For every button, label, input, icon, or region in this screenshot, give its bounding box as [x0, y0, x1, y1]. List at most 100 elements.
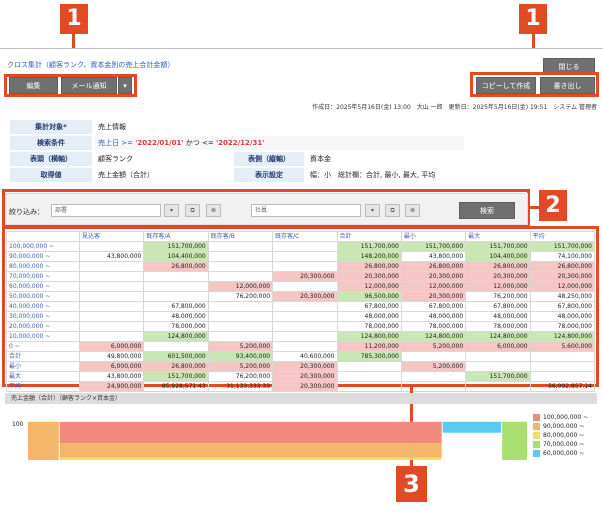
legend-label: 90,000,000 ~	[543, 423, 585, 430]
table-cell	[143, 341, 209, 352]
search-condition-prefix: 売上日 >=	[98, 139, 136, 147]
table-cell	[78, 271, 145, 282]
department-copy-icon[interactable]: ⧉	[185, 204, 200, 217]
table-cell: 40,600,000	[272, 351, 338, 362]
copy-create-button[interactable]: コピーして作成	[476, 77, 536, 94]
table-cell	[78, 321, 145, 332]
table-cell: 12,000,000	[336, 281, 402, 292]
table-cell: 78,000,000	[465, 321, 531, 332]
legend-swatch	[533, 423, 540, 430]
window-title: クロス集計（顧客ランク、資本金別の売上合計金額）	[7, 61, 175, 69]
table-cell: 93,400,000	[207, 351, 274, 362]
table-cell: 6,000,000	[78, 341, 145, 352]
callout-badge-1-left: 1	[60, 4, 88, 34]
table-cell: 12,000,000	[400, 281, 467, 292]
export-button[interactable]: 書き出し	[540, 77, 595, 94]
table-cell: 124,800,000	[143, 331, 209, 342]
table-cell: 67,800,000	[143, 301, 209, 312]
mail-notify-button[interactable]: メール通知	[61, 77, 117, 94]
row-header: 60,000,000 ~	[6, 281, 80, 292]
filter-label: 絞り込み：	[9, 208, 44, 216]
table-cell: 48,250,000	[529, 291, 596, 302]
legend-label: 100,000,000 ~	[543, 414, 589, 421]
table-cell	[207, 311, 274, 322]
department-clear-icon[interactable]: ⊗	[206, 204, 221, 217]
row-header: 最大	[6, 371, 80, 382]
table-cell: 76,200,000	[207, 371, 274, 382]
table-cell	[272, 311, 338, 322]
table-cell	[400, 371, 467, 382]
table-cell: 124,800,000	[465, 331, 531, 342]
edit-button[interactable]: 編集	[9, 77, 58, 94]
target-label: 集計対象*	[10, 120, 92, 134]
row-header: 40,000,000 ~	[6, 301, 80, 312]
table-cell	[78, 301, 145, 312]
table-cell	[529, 351, 596, 362]
search-condition-value: 売上日 >= '2022/01/01' かつ <= '2022/12/31'	[94, 136, 464, 150]
table-cell: 48,000,000	[465, 311, 531, 322]
column-header: 最大	[465, 231, 531, 242]
legend-swatch	[533, 414, 540, 421]
row-header: 平均	[6, 381, 80, 392]
legend-item: 80,000,000 ~	[533, 431, 588, 440]
conditions-table: 集計対象* 売上情報 検索条件 売上日 >= '2022/01/01' かつ <…	[8, 118, 466, 184]
table-cell	[529, 361, 596, 372]
row-header: 10,000,000 ~	[6, 331, 80, 342]
table-cell: 20,300,000	[400, 291, 467, 302]
table-cell: 43,800,000	[78, 371, 145, 382]
table-row: 60,000,000 ~12,000,000 12,000,000 12,000,0…	[6, 281, 596, 292]
table-cell: 67,800,000	[465, 301, 531, 312]
staff-copy-icon[interactable]: ⧉	[385, 204, 400, 217]
created-updated-info: 作成日：2025年5月16日(金) 13:00 大山 一郎 更新日：2025年5…	[312, 104, 597, 111]
table-cell	[78, 311, 145, 322]
search-date-from: '2022/01/01'	[135, 139, 184, 147]
filter-search-button[interactable]: 検索	[459, 202, 515, 219]
column-header: 既存客/A	[143, 231, 209, 242]
table-cell	[272, 241, 338, 252]
staff-clear-icon[interactable]: ⊗	[405, 204, 420, 217]
table-cell	[207, 251, 274, 262]
table-cell: 5,600,000	[529, 341, 596, 352]
table-cell: 104,400,000	[143, 251, 209, 262]
table-cell: 151,700,000	[465, 371, 531, 382]
row-header: 合計	[6, 351, 80, 362]
corner-cell	[6, 231, 80, 242]
department-dropdown-button[interactable]: ▾	[164, 204, 179, 217]
column-header: 既存客/C	[272, 231, 338, 242]
bar-segment	[59, 422, 442, 444]
legend-swatch	[533, 450, 540, 457]
table-cell: 67,800,000	[336, 301, 402, 312]
table-cell	[465, 351, 531, 362]
table-cell: 48,000,000	[336, 311, 402, 322]
table-cell	[336, 361, 402, 372]
table-cell	[207, 301, 274, 312]
staff-select[interactable]: 社員	[251, 204, 361, 217]
legend-label: 70,000,000 ~	[543, 441, 585, 448]
table-cell: 151,700,000	[529, 241, 596, 252]
table-cell: 74,100,000	[529, 251, 596, 262]
department-select[interactable]: 部署	[51, 204, 161, 217]
table-cell: 12,000,000	[465, 281, 531, 292]
staff-dropdown-button[interactable]: ▾	[365, 204, 380, 217]
table-cell: 26,800,000	[143, 361, 209, 372]
legend-item: 90,000,000 ~	[533, 422, 588, 431]
table-cell: 48,000,000	[400, 311, 467, 322]
callout-badge-2: 2	[539, 190, 567, 221]
row-header: 0 ~	[6, 341, 80, 352]
table-row: 90,000,000 ~43,800,000 104,400,000 148,200…	[6, 251, 596, 262]
legend-swatch	[533, 441, 540, 448]
mail-notify-dropdown-button[interactable]: ▾	[118, 77, 132, 94]
table-row: 最大 43,800,000 151,700,000 76,200,000 20,300,…	[6, 371, 596, 382]
table-cell: 601,500,000	[143, 351, 209, 362]
callout-badge-1-right: 1	[519, 4, 547, 34]
column-header: 既存客/B	[207, 231, 274, 242]
table-row: 10,000,000 ~ 124,800,000 124,800,000 124,80…	[6, 331, 596, 342]
table-cell: 151,700,000	[143, 241, 209, 252]
table-cell: 67,800,000	[400, 301, 467, 312]
crosstab-header-row: 見込客 既存客/A 既存客/B 既存客/C 合計 最小 最大 平均	[6, 231, 596, 242]
table-cell: 148,200,000	[336, 251, 402, 262]
table-cell: 124,800,000	[336, 331, 402, 342]
table-cell: 5,200,000	[207, 361, 274, 372]
table-cell: 20,300,000	[336, 271, 402, 282]
table-cell	[465, 361, 531, 372]
